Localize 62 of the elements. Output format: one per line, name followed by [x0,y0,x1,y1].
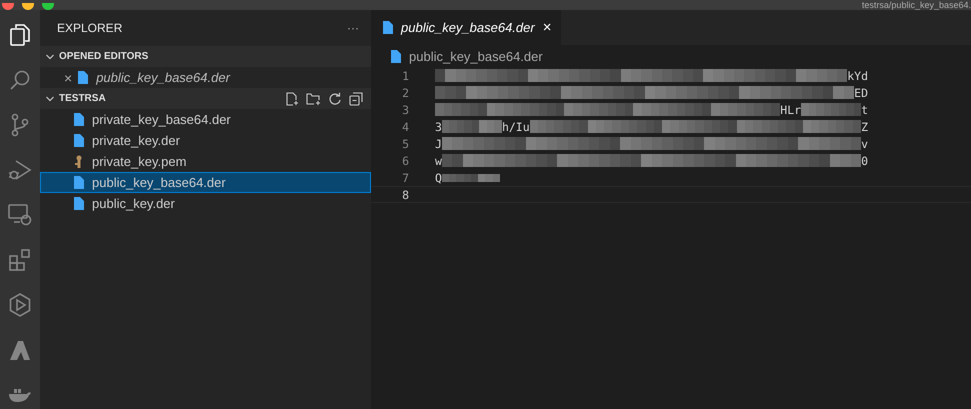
window-title: testrsa/public_key_base64. [862,0,971,10]
chevron-icon[interactable] [45,52,55,62]
code-text: h/Iu [502,120,530,134]
zoom-window-button[interactable] [42,3,54,10]
line-number: 2 [401,86,410,100]
letter-a-icon[interactable] [9,340,31,360]
code-text: v [861,136,868,150]
files-icon[interactable] [9,22,31,46]
collapse-all-icon[interactable] [349,92,363,106]
code-text: J [435,136,442,150]
file-icon [383,21,393,34]
close-window-button[interactable] [2,3,14,10]
file-item[interactable]: × public_key_base64.der [40,67,371,88]
refresh-icon[interactable] [328,92,342,106]
more-actions-button[interactable]: ··· [347,21,359,35]
redacted-text [442,120,502,133]
extensions-icon[interactable] [8,248,32,272]
file-item[interactable]: public_key_base64.der [40,172,371,193]
file-icon [74,113,84,126]
monitor-icon[interactable] [8,204,32,226]
code-text: kYd [847,68,868,82]
breadcrumb[interactable]: public_key_base64.der [409,48,543,64]
file-icon [391,50,401,62]
hexagon-play-icon[interactable] [9,292,31,316]
code-text: w [435,154,442,168]
redacted-text [801,103,862,116]
search-icon[interactable] [9,68,31,90]
file-icon [78,71,88,84]
file-item[interactable]: public_key.der [40,193,371,214]
code-text: Q [435,170,442,184]
line-number: 1 [401,68,410,82]
close-icon[interactable]: × [64,70,72,86]
file-item[interactable]: private_key.der [40,130,371,151]
sidebar-title: EXPLORER [57,21,122,35]
file-icon [74,176,84,189]
run-debug-icon[interactable] [8,158,32,182]
new-folder-icon[interactable] [306,92,321,106]
file-icon [74,197,84,210]
new-file-icon[interactable] [285,92,299,106]
code-text: HLr [780,102,802,116]
chevron-icon[interactable] [45,94,55,104]
code-text: t [861,102,868,116]
branch-icon[interactable] [10,112,30,136]
close-icon[interactable]: × [542,19,552,36]
code-text: 3 [435,120,442,134]
line-number: 4 [401,120,410,134]
file-item[interactable]: private_key.pem [40,151,371,172]
line-number: 7 [401,170,410,184]
line-number: 8 [401,188,410,202]
code-text: Z [861,120,868,134]
key-icon [74,155,84,168]
line-number: 3 [401,102,410,116]
code-text: ED [854,86,868,100]
line-number: 5 [401,136,410,150]
file-icon [74,134,84,147]
file-item[interactable]: private_key_base64.der [40,109,371,130]
code-text: 0 [861,154,868,168]
line-number: 6 [401,154,410,168]
editor-tab[interactable]: public_key_base64.der × [371,10,562,45]
redacted-text [442,174,500,182]
whale-icon[interactable] [8,388,32,402]
minimize-window-button[interactable] [22,3,34,10]
